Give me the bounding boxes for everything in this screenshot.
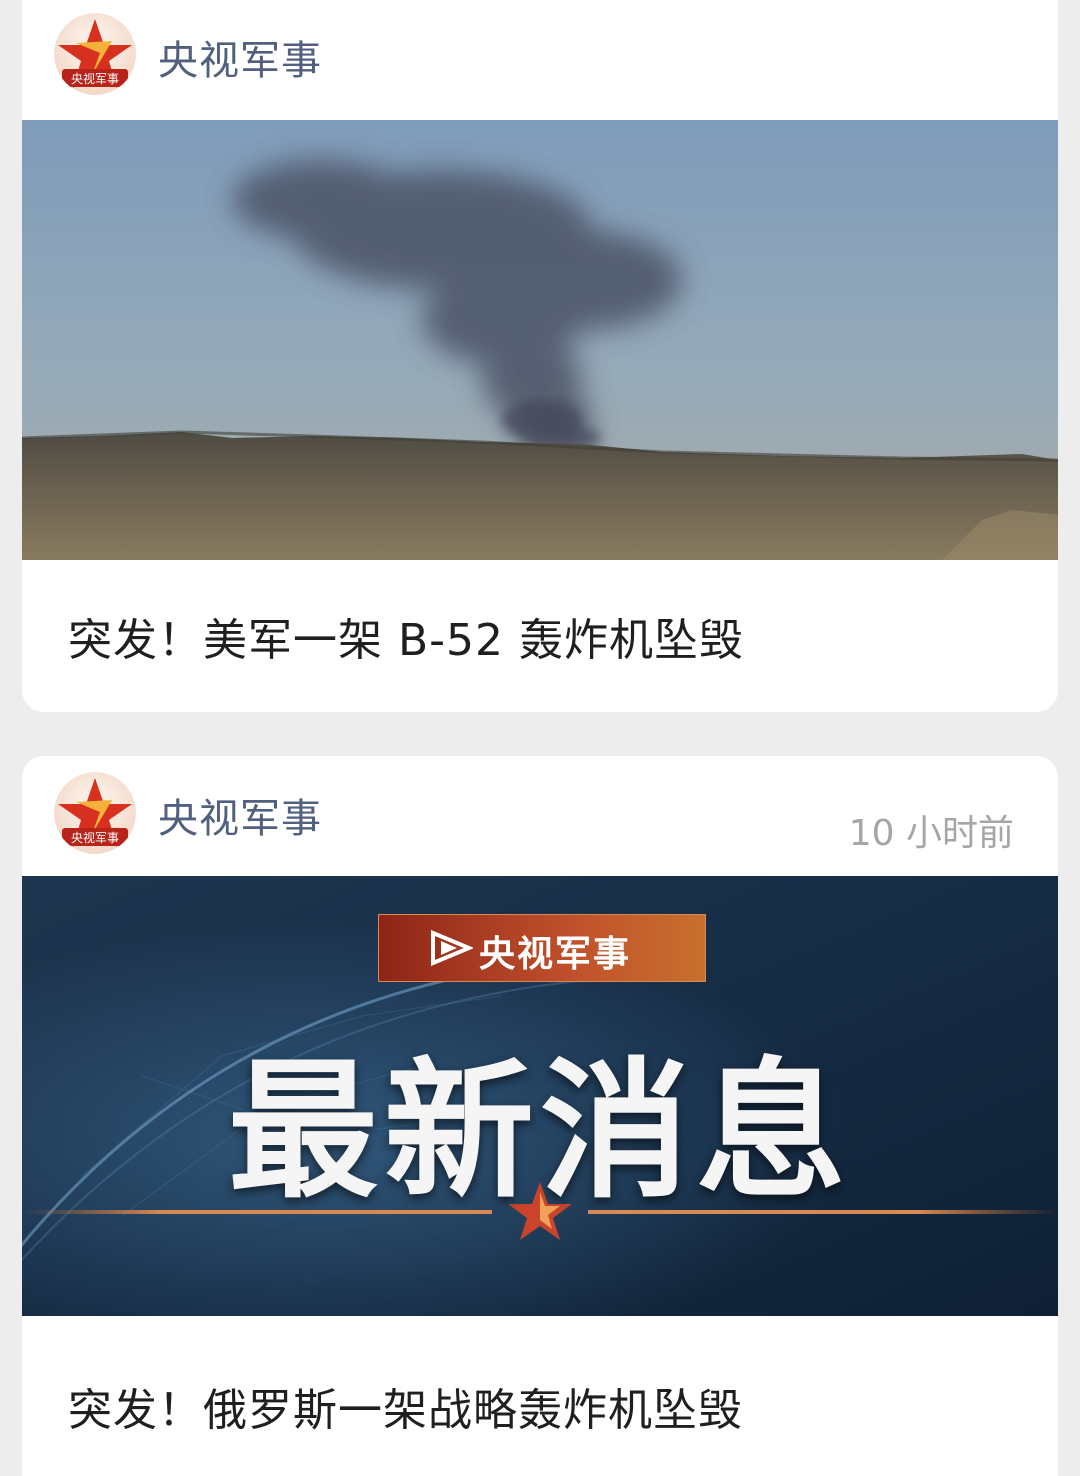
banner-label: 央视军事 — [479, 934, 632, 975]
cover-image[interactable] — [22, 120, 1058, 560]
cover-image[interactable]: 央视军事 最新消息 — [22, 876, 1058, 1316]
news-card[interactable]: 央视军事 央视军事 突发！美军一架 B-52 轰炸机坠毁 — [22, 0, 1058, 712]
card-header: 央视军事 央视军事 10 小时前 — [22, 756, 1058, 876]
account-avatar[interactable]: 央视军事 — [54, 13, 136, 95]
banner-title: 最新消息 — [227, 1045, 852, 1219]
account-name[interactable]: 央视军事 — [158, 28, 322, 86]
smoke-plume-image — [22, 120, 1058, 560]
brand-banner: 央视军事 — [378, 914, 706, 982]
card-header: 央视军事 央视军事 — [22, 0, 1058, 120]
post-headline[interactable]: 突发！美军一架 B-52 轰炸机坠毁 — [68, 604, 744, 668]
news-card[interactable]: 央视军事 央视军事 10 小时前 央视军事 最新消息 突发！俄罗斯一架战略轰炸机… — [22, 756, 1058, 1476]
account-avatar[interactable]: 央视军事 — [54, 772, 136, 854]
svg-text:央视军事: 央视军事 — [71, 830, 119, 845]
cctv-military-logo-icon: 央视军事 — [54, 772, 136, 854]
cctv-military-logo-icon: 央视军事 — [54, 13, 136, 95]
post-time: 10 小时前 — [848, 813, 1014, 854]
cctv-play-logo-icon — [431, 930, 473, 966]
account-name[interactable]: 央视军事 — [158, 786, 322, 844]
post-headline[interactable]: 突发！俄罗斯一架战略轰炸机坠毁 — [68, 1374, 743, 1438]
svg-text:央视军事: 央视军事 — [71, 71, 119, 86]
